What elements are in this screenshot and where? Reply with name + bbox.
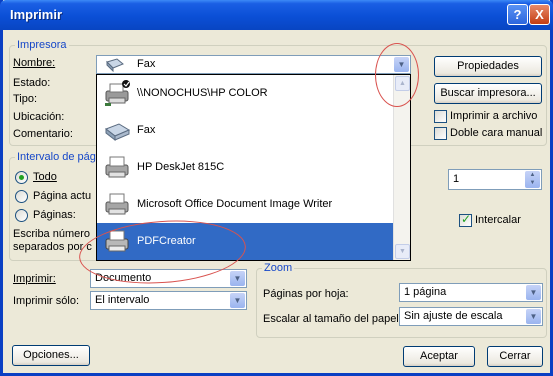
- printer-list-item-label: HP DeskJet 815C: [137, 161, 225, 173]
- print-only-value: El intervalo: [95, 294, 150, 306]
- printer-list-item[interactable]: \\NONOCHUS\HP COLOR: [97, 75, 393, 112]
- printer-list-item[interactable]: Microsoft Office Document Image Writer: [97, 186, 393, 223]
- pages-per-sheet-value: 1 página: [404, 286, 447, 298]
- ok-button[interactable]: Aceptar: [403, 346, 475, 367]
- printer-location-label: Ubicación:: [13, 111, 65, 123]
- chevron-down-icon[interactable]: ▼: [230, 271, 245, 286]
- cancel-button[interactable]: Cerrar: [487, 346, 543, 367]
- help-button[interactable]: ?: [507, 4, 528, 25]
- dialog-title: Imprimir: [10, 7, 63, 22]
- page-range-legend: Intervalo de pág: [15, 151, 98, 163]
- chevron-down-icon[interactable]: ▼: [230, 293, 245, 308]
- properties-button[interactable]: Propiedades: [434, 56, 542, 77]
- range-current-radio[interactable]: [15, 190, 28, 203]
- copies-spinner[interactable]: 1 ▲ ▼: [448, 169, 542, 190]
- copies-value: 1: [453, 173, 460, 185]
- zoom-group: Zoom: [256, 262, 547, 338]
- range-pages-label: Páginas:: [33, 209, 76, 221]
- scroll-up-icon[interactable]: ▲: [395, 76, 410, 91]
- print-to-file-checkbox[interactable]: [434, 110, 447, 123]
- close-button[interactable]: X: [529, 4, 550, 25]
- printer-dropdown-list[interactable]: \\NONOCHUS\HP COLOR Fax HP DeskJet 815C: [96, 74, 411, 261]
- printer-type-label: Tipo:: [13, 93, 38, 105]
- printer-name-label: Nombre:: [13, 57, 56, 69]
- range-all-radio[interactable]: [15, 171, 28, 184]
- print-only-label: Imprimir sólo:: [13, 295, 80, 307]
- range-current-label: Página actu: [33, 190, 92, 202]
- printer-icon: [105, 156, 129, 178]
- chevron-down-icon[interactable]: ▼: [526, 309, 541, 324]
- printer-name-value: Fax: [137, 58, 156, 70]
- range-hint-line1: Escriba número: [13, 228, 91, 240]
- collate-checkbox[interactable]: [459, 212, 472, 227]
- print-dialog: Imprimir ? X Impresora Nombre: Estado: T…: [0, 0, 553, 376]
- printer-group-legend: Impresora: [15, 39, 69, 51]
- pages-per-sheet-label: Páginas por hoja:: [263, 288, 349, 300]
- printer-list-item-selected[interactable]: PDFCreator: [97, 223, 393, 260]
- scale-combo[interactable]: Sin ajuste de escala ▼: [399, 307, 543, 326]
- printer-list-item[interactable]: HP DeskJet 815C: [97, 149, 393, 186]
- print-only-combo[interactable]: El intervalo ▼: [90, 291, 247, 310]
- scroll-down-icon[interactable]: ▼: [395, 244, 410, 259]
- pages-per-sheet-combo[interactable]: 1 página ▼: [399, 283, 543, 302]
- dropdown-scrollbar[interactable]: ▲ ▼: [393, 75, 410, 260]
- printer-icon: [105, 193, 129, 215]
- print-to-file-label: Imprimir a archivo: [450, 110, 538, 122]
- printer-list-item[interactable]: Fax: [97, 112, 393, 149]
- zoom-legend: Zoom: [262, 262, 295, 274]
- find-printer-button[interactable]: Buscar impresora...: [434, 83, 542, 104]
- chevron-down-icon[interactable]: ▼: [394, 57, 409, 72]
- fax-icon: [104, 123, 131, 142]
- chevron-down-icon[interactable]: ▼: [526, 285, 541, 300]
- printer-comment-label: Comentario:: [13, 128, 73, 140]
- print-what-combo[interactable]: Documento ▼: [90, 269, 247, 288]
- spinner-arrows-icon[interactable]: ▲ ▼: [525, 171, 540, 188]
- collate-label: Intercalar: [475, 214, 521, 226]
- scale-value: Sin ajuste de escala: [404, 310, 503, 322]
- fax-icon: [106, 58, 124, 72]
- printer-icon: [105, 230, 129, 252]
- printer-status-label: Estado:: [13, 77, 51, 89]
- print-what-label: Imprimir:: [13, 273, 56, 285]
- printer-list-item-label: Microsoft Office Document Image Writer: [137, 198, 333, 210]
- printer-name-combo[interactable]: Fax ▼: [96, 55, 411, 74]
- range-all-label: Todo: [33, 171, 57, 183]
- options-button[interactable]: Opciones...: [12, 345, 90, 366]
- network-printer-icon: [105, 80, 130, 106]
- printer-list-item-label: \\NONOCHUS\HP COLOR: [137, 87, 268, 99]
- print-what-value: Documento: [95, 272, 152, 284]
- duplex-label: Doble cara manual: [450, 127, 543, 139]
- duplex-checkbox[interactable]: [434, 127, 447, 140]
- printer-list-item-label: PDFCreator: [137, 235, 196, 247]
- printer-list-item-label: Fax: [137, 124, 156, 136]
- scale-label: Escalar al tamaño del papel:: [263, 313, 402, 325]
- range-hint-line2: separados por c: [13, 241, 92, 253]
- range-pages-radio[interactable]: [15, 209, 28, 222]
- title-bar: Imprimir ? X: [0, 0, 553, 30]
